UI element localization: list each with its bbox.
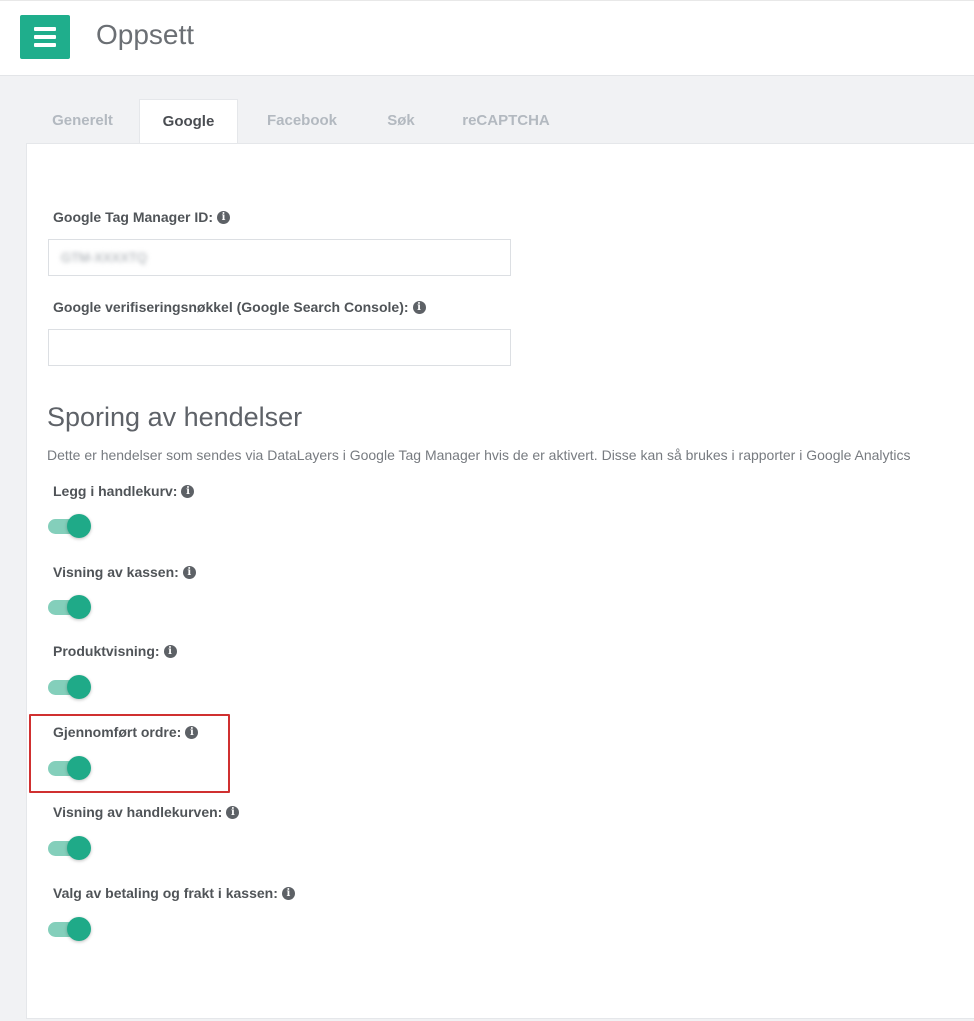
event-label-text: Produktvisning: [53,643,160,659]
info-icon[interactable]: i [216,210,230,224]
gtm-id-label: Google Tag Manager ID: i [53,209,230,225]
info-icon[interactable]: i [226,805,240,819]
toggle-cart-view[interactable] [48,836,92,860]
event-label-payment-shipping: Valg av betaling og frakt i kassen: i [53,885,295,901]
gtm-id-value: GTM-XXXXTQ [61,250,147,265]
event-label-text: Legg i handlekurv: [53,483,178,499]
event-label-checkout-view: Visning av kassen: i [53,564,196,580]
info-icon[interactable]: i [412,300,426,314]
verification-key-label: Google verifiseringsnøkkel (Google Searc… [53,299,426,315]
info-icon[interactable]: i [163,644,177,658]
event-label-text: Valg av betaling og frakt i kassen: [53,885,278,901]
event-label-text: Visning av handlekurven: [53,804,223,820]
verification-key-label-text: Google verifiseringsnøkkel (Google Searc… [53,299,409,315]
verification-key-input[interactable] [48,329,511,366]
event-label-completed-order: Gjennomført ordre: i [53,724,199,740]
toggle-completed-order[interactable] [48,756,92,780]
tab-facebook[interactable]: Facebook [248,99,356,143]
event-label-text: Gjennomført ordre: [53,724,182,740]
info-icon[interactable]: i [185,725,199,739]
gtm-id-label-text: Google Tag Manager ID: [53,209,213,225]
toggle-add-to-cart[interactable] [48,514,92,538]
tab-google[interactable]: Google [139,99,238,144]
tab-sok[interactable]: Søk [371,99,431,143]
event-label-cart-view: Visning av handlekurven: i [53,804,240,820]
event-label-add-to-cart: Legg i handlekurv: i [53,483,195,499]
section-description: Dette er hendelser som sendes via DataLa… [47,447,911,463]
tab-recaptcha[interactable]: reCAPTCHA [451,99,561,143]
event-label-text: Visning av kassen: [53,564,179,580]
toggle-payment-shipping[interactable] [48,917,92,941]
section-title: Sporing av hendelser [47,402,303,432]
toggle-checkout-view[interactable] [48,595,92,619]
top-bar: Oppsett [0,0,974,76]
event-label-product-view: Produktvisning: i [53,643,177,659]
info-icon[interactable]: i [281,886,295,900]
hamburger-menu-icon[interactable] [20,15,70,59]
tab-generelt[interactable]: Generelt [26,99,139,143]
info-icon[interactable]: i [182,565,196,579]
info-icon[interactable]: i [181,484,195,498]
page-title: Oppsett [96,19,195,50]
gtm-id-input[interactable]: GTM-XXXXTQ [48,239,511,276]
toggle-product-view[interactable] [48,675,92,699]
